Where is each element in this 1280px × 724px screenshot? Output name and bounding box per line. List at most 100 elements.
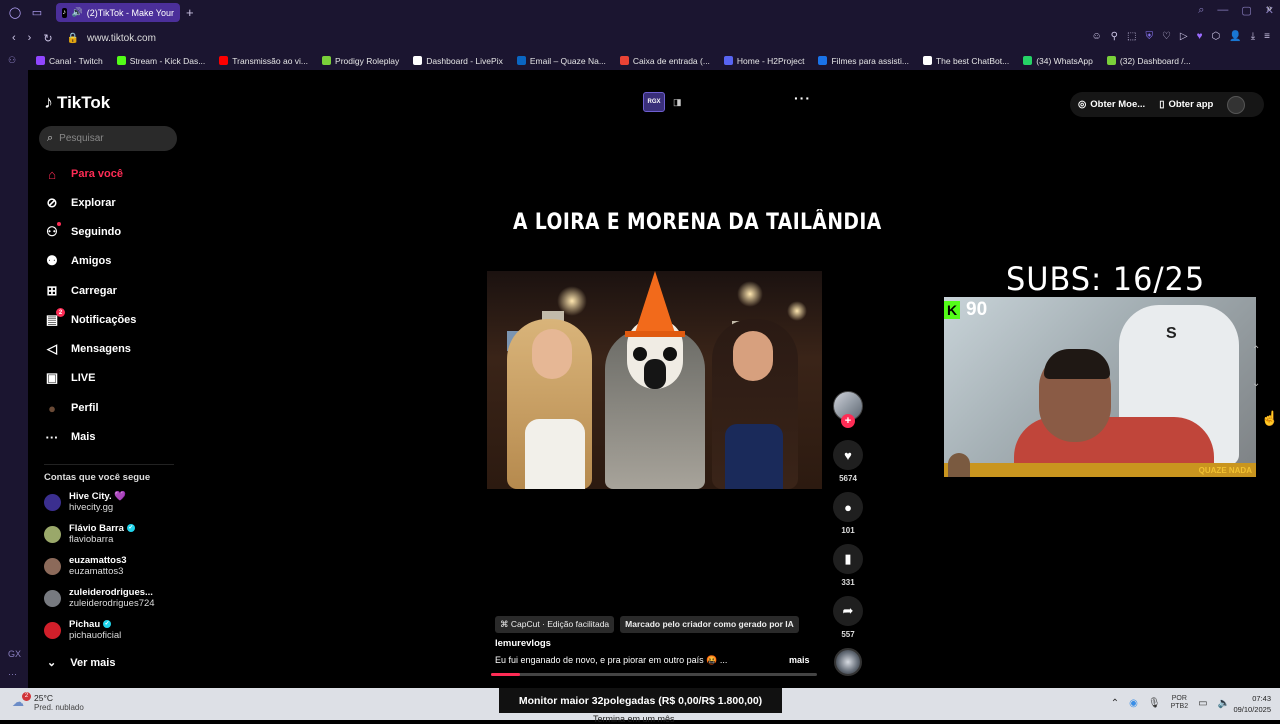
goal-ticker: Monitor maior 32polegadas (R$ 0,00/R$ 1.… <box>499 688 782 713</box>
send-icon[interactable]: ▷ <box>1180 31 1188 42</box>
browser-tab-tiktok[interactable]: ♪ 🔊 (2)TikTok - Make Your <box>56 3 180 22</box>
previous-video-icon[interactable]: ⌃ <box>1252 345 1260 356</box>
tray-chevron-icon[interactable]: ⌃ <box>1111 698 1119 709</box>
bookmark-item[interactable]: The best ChatBot... <box>922 56 1009 66</box>
streamer-webcam: S QUAZE NADA <box>944 297 1256 477</box>
messages-icon: ◁ <box>47 341 57 356</box>
chair-logo-icon: S <box>1166 325 1177 342</box>
more-options-icon[interactable]: ··· <box>794 90 811 106</box>
capcut-tag[interactable]: ⌘ CapCut · Edição facilitada <box>495 616 615 633</box>
bookmarks-bar: Canal - Twitch Stream - Kick Das... Transm… <box>0 51 1280 70</box>
tray-app-icon[interactable]: ◉ <box>1129 698 1138 709</box>
system-clock[interactable]: 07:43 09/10/2025 <box>1233 693 1271 715</box>
url-field[interactable]: www.tiktok.com <box>87 33 156 44</box>
nav-live[interactable]: ▣ LIVE <box>44 370 96 386</box>
nav-compass[interactable]: ⊘ Explorar <box>44 195 116 211</box>
bookmarks-overflow-icon[interactable]: » <box>1266 3 1272 14</box>
menu-icon[interactable]: ≡ <box>1264 31 1270 42</box>
opera-logo-icon[interactable]: ◯ <box>8 6 22 20</box>
bookmark-item[interactable]: Caixa de entrada (... <box>619 56 710 66</box>
bookmark-item[interactable]: Prodigy Roleplay <box>322 56 399 66</box>
followed-account[interactable]: Flávio Barra ✓ flaviobarra <box>44 523 135 545</box>
vpn-shield-icon[interactable]: ⛨ <box>1145 31 1153 42</box>
bookmark-item[interactable]: Filmes para assisti... <box>818 56 909 66</box>
nav-upload[interactable]: ⊞ Carregar <box>44 283 117 299</box>
comment-icon: ● <box>844 499 852 515</box>
weather-widget[interactable]: ☁ 2 25°C Pred. nublado <box>12 692 84 713</box>
search-tabs-icon[interactable]: ⌕ <box>1198 4 1204 17</box>
downloads-icon[interactable]: ⤓ <box>1251 31 1255 42</box>
bookmark-item[interactable]: Home - H2Project <box>723 56 804 66</box>
sidebar-more-icon[interactable]: ··· <box>8 669 17 679</box>
bookmark-heart-icon[interactable]: ♡ <box>1162 31 1171 42</box>
nav-messages[interactable]: ◁ Mensagens <box>44 341 131 357</box>
favorites-icon[interactable]: ♥ <box>1197 31 1203 42</box>
comment-button[interactable]: ● 101 <box>833 492 863 535</box>
follow-plus-button[interactable]: + <box>841 414 855 428</box>
followed-account[interactable]: zuleiderodrigues... zuleiderodrigues724 <box>44 587 155 609</box>
reload-icon[interactable]: ↻ <box>43 32 52 45</box>
bookmark-item[interactable]: Dashboard - LivePix <box>413 56 503 66</box>
followed-account[interactable]: Pichau ✓ pichauoficial <box>44 619 121 641</box>
extensions-icon[interactable]: ⬡ <box>1212 31 1221 42</box>
more-icon: ··· <box>45 429 59 445</box>
profile-icon: ● <box>48 400 56 416</box>
get-app-button[interactable]: ▯ Obter app <box>1159 99 1213 110</box>
account-handle: euzamattos3 <box>69 566 124 577</box>
save-button[interactable]: ▮ 331 <box>833 544 863 587</box>
picture-in-picture-icon[interactable]: ◨ <box>673 97 682 108</box>
ai-generated-tag[interactable]: Marcado pelo criador como gerado por IA <box>620 616 799 633</box>
minimize-icon[interactable]: — <box>1217 4 1228 17</box>
video-progress-bar[interactable] <box>491 673 817 676</box>
pin-icon[interactable]: ⚲ <box>1111 31 1118 42</box>
bookmark-item[interactable]: (32) Dashboard /... <box>1106 55 1191 66</box>
bookmark-item[interactable]: Stream - Kick Das... <box>116 56 205 66</box>
music-disc-icon[interactable] <box>834 648 862 676</box>
share-button[interactable]: ➦ 557 <box>833 596 863 639</box>
next-video-icon[interactable]: ⌄ <box>1252 378 1260 389</box>
like-button[interactable]: ♥ 5674 <box>833 440 863 483</box>
video-author[interactable]: lemurevlogs <box>495 638 551 649</box>
followed-account[interactable]: euzamattos3 euzamattos3 <box>44 555 127 577</box>
maximize-icon[interactable]: ▢ <box>1241 4 1251 17</box>
description-more-button[interactable]: mais <box>789 655 810 665</box>
video-player[interactable] <box>487 271 822 489</box>
bookmark-favicon-icon <box>619 56 629 65</box>
verified-icon: ✓ <box>103 620 112 629</box>
nav-more[interactable]: ··· Mais <box>44 429 96 445</box>
bookmark-item[interactable]: Transmissão ao vi... <box>219 56 308 66</box>
get-coins-button[interactable]: ◎ Obter Moe... <box>1078 99 1145 110</box>
search-input[interactable]: ⌕ Pesquisar <box>39 126 177 151</box>
nav-profile[interactable]: ● Perfil <box>44 400 98 416</box>
bookmark-item[interactable]: (34) WhatsApp <box>1023 56 1093 66</box>
see-more-button[interactable]: ⌄ Ver mais <box>47 656 115 670</box>
microphone-icon[interactable]: 🎙 <box>1148 698 1161 709</box>
snapshot-icon[interactable]: ⬚ <box>1127 31 1136 42</box>
chevron-down-icon: ⌄ <box>47 657 57 669</box>
nav-following[interactable]: ⚇ Seguindo <box>44 222 121 240</box>
bookmark-item[interactable]: Email – Quaze Na... <box>516 56 606 66</box>
aria-icon[interactable]: ⚇ <box>8 55 16 66</box>
profile-icon[interactable]: 👤 <box>1229 31 1241 42</box>
volume-icon[interactable]: 🔈 <box>1218 698 1230 709</box>
opera-sidebar: ⚇ GX ··· <box>0 51 28 688</box>
followed-account[interactable]: Hive City. 💜 hivecity.gg <box>44 491 126 513</box>
kick-logo-icon: K <box>944 301 960 319</box>
bookmark-label: (32) Dashboard /... <box>1119 55 1191 66</box>
user-avatar[interactable] <box>1227 95 1246 114</box>
tiktok-logo[interactable]: ♪ TikTok <box>44 92 110 113</box>
language-indicator[interactable]: POR PTB2 <box>1171 695 1189 711</box>
coin-icon: ◎ <box>1078 99 1087 110</box>
nav-friends[interactable]: ⚉ Amigos <box>44 253 111 269</box>
back-icon[interactable]: ‹ <box>12 32 16 44</box>
emoji-icon[interactable]: ☺ <box>1091 31 1101 42</box>
new-tab-button[interactable]: + <box>186 5 194 20</box>
workspaces-icon[interactable]: ▭ <box>30 6 44 20</box>
nav-notifications[interactable]: ▤ 2 Notificações <box>44 308 136 328</box>
forward-icon[interactable]: › <box>28 32 32 44</box>
rgx-extension-button[interactable]: RGX <box>643 92 665 112</box>
gx-icon[interactable]: GX <box>8 649 21 659</box>
nav-home[interactable]: ⌂ Para você <box>44 166 123 182</box>
network-icon[interactable]: ▭ <box>1198 698 1207 709</box>
bookmark-item[interactable]: Canal - Twitch <box>36 56 103 66</box>
